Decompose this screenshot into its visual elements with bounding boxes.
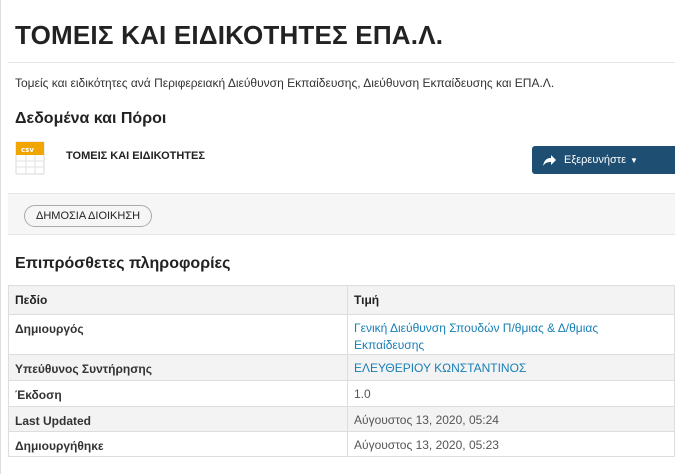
svg-text:csv: csv: [21, 146, 34, 154]
tag-pill[interactable]: ΔΗΜΟΣΙΑ ΔΙΟΙΚΗΣΗ: [24, 205, 153, 227]
table-row: Υπεύθυνος Συντήρησης ΕΛΕΥΘΕΡΙΟΥ ΚΩΝΣΤΑΝΤ…: [8, 354, 675, 381]
share-arrow-icon: [543, 154, 556, 166]
explore-dropdown-button[interactable]: Εξερευνήστε ▼: [532, 146, 675, 174]
field-value: Αύγουστος 13, 2020, 05:23: [354, 438, 499, 452]
explore-button-label: Εξερευνήστε: [564, 154, 626, 166]
csv-file-icon[interactable]: csv: [15, 141, 45, 175]
field-key: Δημιουργός: [8, 314, 348, 355]
tags-section: ΔΗΜΟΣΙΑ ΔΙΟΙΚΗΣΗ: [8, 193, 675, 235]
field-key: Last Updated: [8, 406, 348, 432]
title-divider: [8, 62, 675, 63]
field-key: Δημιουργήθηκε: [8, 431, 348, 457]
column-header-field: Πεδίο: [8, 285, 348, 315]
column-header-value: Τιμή: [347, 285, 675, 315]
table-row: Δημιουργήθηκε Αύγουστος 13, 2020, 05:23: [8, 431, 675, 457]
table-row: Έκδοση 1.0: [8, 380, 675, 407]
field-value: Αύγουστος 13, 2020, 05:24: [354, 413, 499, 427]
table-row: Last Updated Αύγουστος 13, 2020, 05:24: [8, 406, 675, 432]
author-link[interactable]: Γενική Διεύθυνση Σπουδών Π/θμιας & Δ/θμι…: [354, 321, 598, 352]
additional-info-heading: Επιπρόσθετες πληροφορίες: [15, 255, 231, 272]
additional-info-table: Πεδίο Τιμή Δημιουργός Γενική Διεύθυνση Σ…: [8, 285, 675, 457]
field-key: Υπεύθυνος Συντήρησης: [8, 354, 348, 381]
resource-item: csv ΤΟΜΕΙΣ ΚΑΙ ΕΙΔΙΚΟΤΗΤΕΣ Εξερευνήστε ▼: [0, 138, 675, 188]
caret-down-icon: ▼: [630, 155, 638, 165]
maintainer-link[interactable]: ΕΛΕΥΘΕΡΙΟΥ ΚΩΝΣΤΑΝΤΙΝΟΣ: [354, 361, 526, 375]
resources-heading: Δεδομένα και Πόροι: [15, 110, 167, 127]
table-row: Δημιουργός Γενική Διεύθυνση Σπουδών Π/θμ…: [8, 314, 675, 355]
field-key: Έκδοση: [8, 380, 348, 407]
resource-title-link[interactable]: ΤΟΜΕΙΣ ΚΑΙ ΕΙΔΙΚΟΤΗΤΕΣ: [66, 150, 205, 162]
page-title: ΤΟΜΕΙΣ ΚΑΙ ΕΙΔΙΚΟΤΗΤΕΣ ΕΠΑ.Λ.: [15, 20, 444, 50]
page-left-border: [0, 0, 1, 474]
dataset-description: Τομείς και ειδικότητες ανά Περιφερειακή …: [15, 76, 555, 90]
field-value: 1.0: [354, 387, 371, 401]
